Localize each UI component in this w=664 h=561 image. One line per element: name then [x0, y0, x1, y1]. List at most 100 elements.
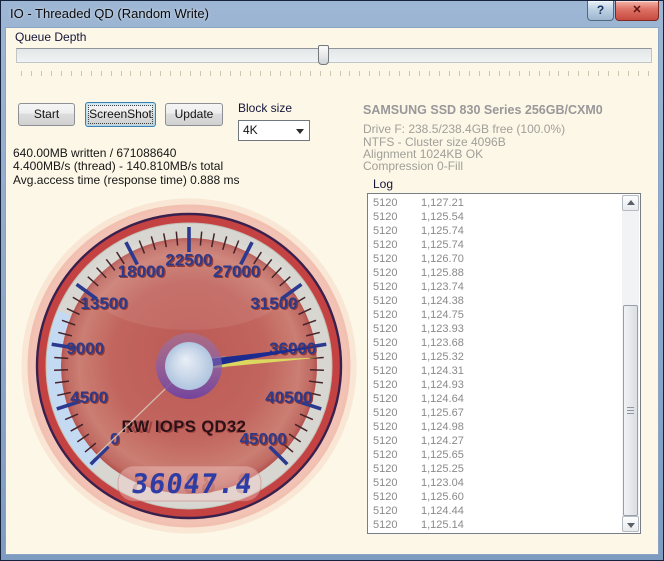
log-col-value: 1,125.67	[421, 407, 464, 419]
scroll-down-button[interactable]	[622, 516, 639, 532]
log-row[interactable]: 5120 1,125.32	[368, 350, 622, 364]
slider-tick	[399, 71, 401, 76]
screenshot-button[interactable]: ScreenShot	[85, 102, 156, 127]
log-row[interactable]: 5120 1,125.14	[368, 518, 622, 532]
log-col-value: 1,125.74	[421, 225, 464, 237]
close-button[interactable]: ✕	[615, 1, 659, 21]
slider-tick	[359, 71, 361, 76]
log-col-qd: 5120	[373, 491, 398, 503]
arrow-down-icon	[627, 523, 635, 528]
log-row[interactable]: 5120 1,125.60	[368, 490, 622, 504]
slider-tick	[538, 71, 540, 76]
help-button[interactable]: ?	[587, 1, 614, 21]
svg-text:31500: 31500	[250, 294, 297, 313]
log-col-qd: 5120	[373, 211, 398, 223]
slider-tick	[339, 71, 341, 76]
slider-tick	[230, 71, 232, 76]
log-col-value: 1,124.27	[421, 435, 464, 447]
slider-tick	[50, 71, 52, 76]
scroll-up-button[interactable]	[622, 195, 639, 211]
log-row[interactable]: 5120 1,124.31	[368, 364, 622, 378]
start-button[interactable]: Start	[18, 103, 75, 126]
queue-depth-label: Queue Depth	[15, 30, 87, 44]
log-row[interactable]: 5120 1,124.38	[368, 294, 622, 308]
slider-tick	[259, 71, 261, 76]
log-col-qd: 5120	[373, 393, 398, 405]
slider-tick	[548, 71, 550, 76]
slider-tick	[498, 71, 500, 76]
log-row[interactable]: 5120 1,125.74	[368, 224, 622, 238]
log-col-qd: 5120	[373, 379, 398, 391]
slider-tick	[329, 71, 331, 76]
svg-text:40500: 40500	[265, 388, 312, 407]
block-size-select[interactable]: 4K	[238, 120, 310, 141]
slider-tick	[568, 71, 570, 76]
log-row[interactable]: 5120 1,124.98	[368, 420, 622, 434]
slider-tick	[458, 71, 460, 76]
slider-tick	[120, 71, 122, 76]
slider-tick	[80, 71, 82, 76]
log-row[interactable]: 5120 1,124.75	[368, 308, 622, 322]
log-row[interactable]: 5120 1,123.68	[368, 336, 622, 350]
log-col-value: 1,125.65	[421, 449, 464, 461]
iops-gauge-svg: 0045004500900090001350013500180001800022…	[21, 198, 357, 534]
stat-access-time: Avg.access time (response time) 0.888 ms	[13, 173, 240, 187]
slider-tick	[90, 71, 92, 76]
slider-tick	[150, 71, 152, 76]
slider-tick	[578, 71, 580, 76]
log-row[interactable]: 5120 1,127.21	[368, 196, 622, 210]
arrow-up-icon	[627, 200, 635, 205]
log-row[interactable]: 5120 1,123.04	[368, 476, 622, 490]
log-row[interactable]: 5120 1,125.54	[368, 210, 622, 224]
log-row[interactable]: 5120 1,125.88	[368, 266, 622, 280]
log-col-value: 1,125.74	[421, 239, 464, 251]
svg-text:9000: 9000	[66, 339, 104, 358]
log-rows: 5120 1,127.21 5120 1,125.54 5120 1,125.74 5120…	[368, 196, 622, 532]
log-row[interactable]: 5120 1,123.74	[368, 280, 622, 294]
log-row[interactable]: 5120 1,125.67	[368, 406, 622, 420]
log-listbox[interactable]: 5120 1,127.21 5120 1,125.54 5120 1,125.74 5120…	[367, 193, 641, 534]
queue-depth-slider-thumb[interactable]	[318, 45, 329, 65]
slider-tick	[558, 71, 560, 76]
queue-depth-slider-track[interactable]	[16, 48, 652, 63]
log-row[interactable]: 5120 1,125.65	[368, 448, 622, 462]
device-name: SAMSUNG SSD 830 Series 256GB/CXM0	[363, 103, 603, 117]
log-col-value: 1,125.88	[421, 267, 464, 279]
stat-speed: 4.400MB/s (thread) - 140.810MB/s total	[13, 159, 224, 173]
svg-text:45000: 45000	[240, 430, 287, 449]
chevron-down-icon	[296, 129, 304, 138]
block-size-label: Block size	[238, 101, 293, 115]
display-value: 36047.4	[130, 469, 255, 500]
log-row[interactable]: 5120 1,124.27	[368, 434, 622, 448]
log-col-value: 1,124.44	[421, 505, 464, 517]
log-col-qd: 5120	[373, 421, 398, 433]
log-col-qd: 5120	[373, 449, 398, 461]
log-row[interactable]: 5120 1,126.70	[368, 252, 622, 266]
slider-tick	[508, 71, 510, 76]
log-row[interactable]: 5120 1,124.44	[368, 504, 622, 518]
slider-tick	[309, 71, 311, 76]
slider-tick	[40, 71, 42, 76]
slider-tick	[598, 71, 600, 76]
log-row[interactable]: 5120 1,125.25	[368, 462, 622, 476]
log-row[interactable]: 5120 1,123.93	[368, 322, 622, 336]
log-row[interactable]: 5120 1,124.64	[368, 392, 622, 406]
device-drive: Drive F: 238.5/238.4GB free (100.0%)	[363, 122, 566, 136]
log-scrollbar[interactable]	[622, 195, 639, 532]
log-col-qd: 5120	[373, 365, 398, 377]
slider-tick	[468, 71, 470, 76]
slider-tick	[249, 71, 251, 76]
log-col-qd: 5120	[373, 309, 398, 321]
update-button[interactable]: Update	[165, 103, 223, 126]
log-col-qd: 5120	[373, 295, 398, 307]
svg-text:0: 0	[110, 430, 119, 449]
log-col-qd: 5120	[373, 323, 398, 335]
queue-depth-slider-ticks	[21, 71, 650, 77]
slider-tick	[409, 71, 411, 76]
log-col-value: 1,125.32	[421, 351, 464, 363]
log-row[interactable]: 5120 1,124.93	[368, 378, 622, 392]
scrollbar-thumb[interactable]	[623, 305, 638, 516]
log-row[interactable]: 5120 1,125.74	[368, 238, 622, 252]
slider-tick	[140, 71, 142, 76]
grip-icon	[627, 406, 634, 415]
